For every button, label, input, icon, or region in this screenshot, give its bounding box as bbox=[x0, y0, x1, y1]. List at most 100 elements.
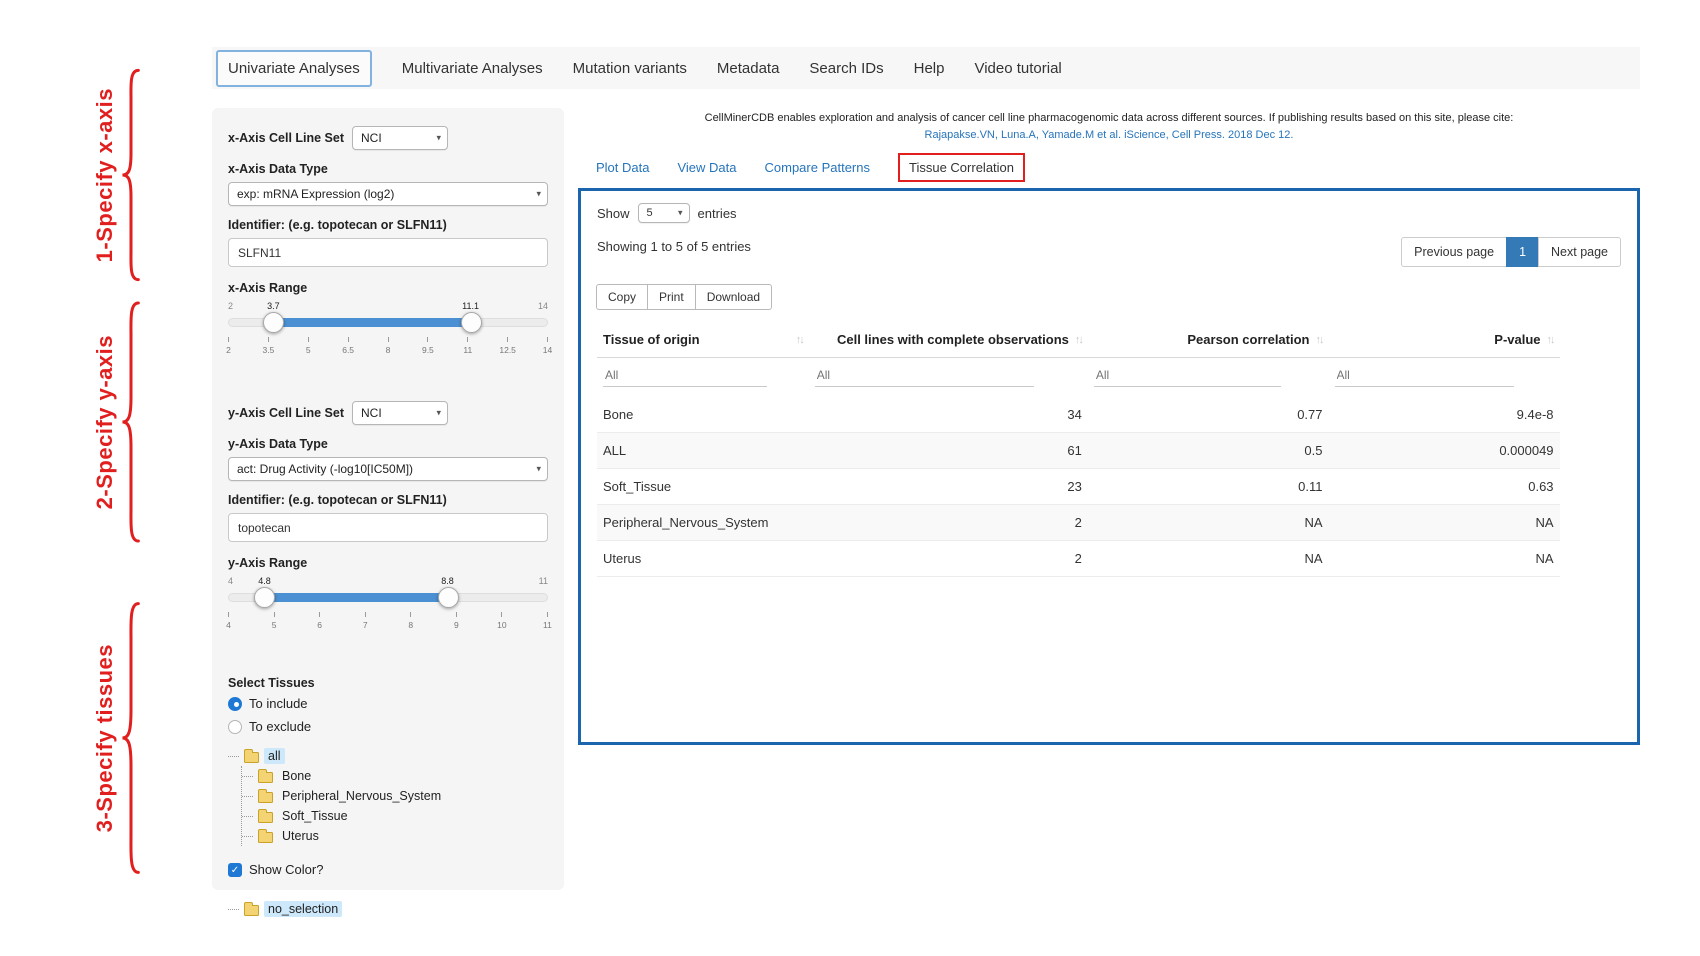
tissues-exclude-radio[interactable]: To exclude bbox=[228, 719, 548, 734]
slider-tick-label: 8 bbox=[386, 345, 391, 355]
y-axis-data-type-select[interactable]: act: Drug Activity (-log10[IC50M]) ▾ bbox=[228, 457, 548, 481]
filter-input-p-value[interactable] bbox=[1335, 364, 1515, 387]
column-header-pearson-correlation[interactable]: Pearson correlation↑↓ bbox=[1088, 322, 1329, 358]
column-header-p-value[interactable]: P-value ↑↓ bbox=[1329, 322, 1560, 358]
tree-node-soft-tissue[interactable]: Soft_Tissue bbox=[242, 806, 548, 826]
tree-node-all[interactable]: all bbox=[228, 746, 548, 766]
download-button[interactable]: Download bbox=[695, 284, 772, 310]
next-page-button[interactable]: Next page bbox=[1538, 237, 1621, 267]
y-range-low-handle[interactable] bbox=[254, 587, 275, 608]
pagination: Previous page 1 Next page bbox=[1402, 237, 1621, 267]
citation-link[interactable]: Rajapakse.VN, Luna.A, Yamade.M et al. iS… bbox=[578, 127, 1640, 144]
x-axis-identifier-input[interactable] bbox=[228, 238, 548, 267]
print-button[interactable]: Print bbox=[647, 284, 696, 310]
export-button-group: Copy Print Download bbox=[597, 284, 1621, 310]
analysis-subtabs: Plot Data View Data Compare Patterns Tis… bbox=[596, 153, 1025, 182]
y-axis-cell-line-set-select[interactable]: NCI ▾ bbox=[352, 401, 448, 425]
tree-node-peripheral-nervous-system[interactable]: Peripheral_Nervous_System bbox=[242, 786, 548, 806]
step1-annotation: 1-Specify x-axis bbox=[92, 66, 142, 284]
nav-tab-mutation-variants[interactable]: Mutation variants bbox=[573, 60, 687, 77]
tree-children: Bone Peripheral_Nervous_System Soft_Tiss… bbox=[241, 766, 548, 846]
tree-connector bbox=[242, 836, 253, 837]
slider-tick-label: 3.5 bbox=[262, 345, 274, 355]
filter-input-tissue[interactable] bbox=[603, 364, 767, 387]
tissues-include-radio[interactable]: To include bbox=[228, 696, 548, 711]
y-range-fill bbox=[264, 593, 447, 602]
x-range-max-label: 14 bbox=[538, 301, 548, 311]
cell-tissue: Peripheral_Nervous_System bbox=[597, 505, 809, 541]
nav-tab-video-tutorial[interactable]: Video tutorial bbox=[974, 60, 1061, 77]
slider-tick-label: 12.5 bbox=[499, 345, 516, 355]
sort-icon: ↑↓ bbox=[1547, 334, 1554, 346]
nav-tab-help[interactable]: Help bbox=[914, 60, 945, 77]
cell-p-value: NA bbox=[1329, 541, 1560, 577]
slider-tick-label: 9 bbox=[454, 620, 459, 630]
tree-node-no-selection[interactable]: no_selection bbox=[228, 899, 548, 919]
x-axis-cell-line-set-select[interactable]: NCI ▾ bbox=[352, 126, 448, 150]
citation: CellMinerCDB enables exploration and ana… bbox=[578, 110, 1640, 144]
tree-connector bbox=[242, 776, 253, 777]
slider-tick-label: 10 bbox=[497, 620, 506, 630]
subtab-view-data[interactable]: View Data bbox=[677, 160, 736, 175]
show-color-label: Show Color? bbox=[249, 862, 323, 877]
x-range-ruler: 2 3.5 5 6.5 8 9.5 11 12.5 14 bbox=[228, 337, 548, 355]
table-row: Soft_Tissue 23 0.11 0.63 bbox=[597, 469, 1560, 505]
previous-page-button[interactable]: Previous page bbox=[1401, 237, 1507, 267]
copy-button[interactable]: Copy bbox=[596, 284, 648, 310]
cell-observations: 61 bbox=[809, 433, 1088, 469]
subtab-plot-data[interactable]: Plot Data bbox=[596, 160, 649, 175]
step1-brace bbox=[120, 66, 142, 284]
chevron-down-icon: ▾ bbox=[536, 189, 541, 200]
subtab-tissue-correlation[interactable]: Tissue Correlation bbox=[898, 153, 1025, 182]
cell-p-value: NA bbox=[1329, 505, 1560, 541]
table-row: Bone 34 0.77 9.4e-8 bbox=[597, 397, 1560, 433]
cell-tissue: Uterus bbox=[597, 541, 809, 577]
nav-tab-search-ids[interactable]: Search IDs bbox=[809, 60, 883, 77]
chevron-down-icon: ▾ bbox=[536, 464, 541, 475]
cell-p-value: 0.63 bbox=[1329, 469, 1560, 505]
tree-node-uterus[interactable]: Uterus bbox=[242, 826, 548, 846]
column-header-label: P-value bbox=[1494, 332, 1540, 347]
folder-icon bbox=[244, 905, 259, 916]
y-range-high-value: 8.8 bbox=[441, 576, 454, 586]
x-axis-data-type-select[interactable]: exp: mRNA Expression (log2) ▾ bbox=[228, 182, 548, 206]
y-axis-range-label: y-Axis Range bbox=[228, 556, 548, 570]
subtab-compare-patterns[interactable]: Compare Patterns bbox=[765, 160, 871, 175]
cell-pearson: 0.11 bbox=[1088, 469, 1329, 505]
entries-per-page-select[interactable]: 5 ▾ bbox=[638, 203, 690, 223]
cell-tissue: Bone bbox=[597, 397, 809, 433]
tree-connector bbox=[228, 756, 239, 757]
cell-observations: 34 bbox=[809, 397, 1088, 433]
x-range-min-label: 2 bbox=[228, 301, 233, 311]
table-header-row: Tissue of origin↑↓ Cell lines with compl… bbox=[597, 322, 1560, 358]
page-number-button[interactable]: 1 bbox=[1506, 237, 1539, 267]
x-range-high-handle[interactable] bbox=[461, 312, 482, 333]
page: 1-Specify x-axis 2-Specify y-axis 3-Spec… bbox=[0, 0, 1700, 956]
x-range-low-value: 3.7 bbox=[267, 301, 280, 311]
tree-connector bbox=[242, 796, 253, 797]
cell-tissue: ALL bbox=[597, 433, 809, 469]
filter-input-cell-lines[interactable] bbox=[815, 364, 1034, 387]
slider-tick-label: 14 bbox=[543, 345, 552, 355]
cell-pearson: NA bbox=[1088, 505, 1329, 541]
nav-tab-univariate-analyses[interactable]: Univariate Analyses bbox=[216, 50, 372, 87]
column-header-tissue-of-origin[interactable]: Tissue of origin↑↓ bbox=[597, 322, 809, 358]
column-header-cell-lines[interactable]: Cell lines with complete observations↑↓ bbox=[809, 322, 1088, 358]
slider-tick-label: 5 bbox=[272, 620, 277, 630]
cell-p-value: 9.4e-8 bbox=[1329, 397, 1560, 433]
cell-pearson: 0.77 bbox=[1088, 397, 1329, 433]
table-row: ALL 61 0.5 0.000049 bbox=[597, 433, 1560, 469]
x-range-low-handle[interactable] bbox=[263, 312, 284, 333]
tree-node-bone[interactable]: Bone bbox=[242, 766, 548, 786]
y-range-low-value: 4.8 bbox=[258, 576, 271, 586]
cell-observations: 2 bbox=[809, 505, 1088, 541]
show-color-checkbox[interactable]: ✓ Show Color? bbox=[228, 862, 548, 877]
nav-tab-multivariate-analyses[interactable]: Multivariate Analyses bbox=[402, 60, 543, 77]
include-radio-label: To include bbox=[249, 696, 308, 711]
filter-input-pearson[interactable] bbox=[1094, 364, 1281, 387]
nav-tab-metadata[interactable]: Metadata bbox=[717, 60, 780, 77]
y-axis-identifier-input[interactable] bbox=[228, 513, 548, 542]
y-range-high-handle[interactable] bbox=[438, 587, 459, 608]
step1-label: 1-Specify x-axis bbox=[92, 88, 118, 262]
x-axis-range-slider: 2 3.7 11.1 14 2 3.5 5 6.5 8 9.5 11 12.5 … bbox=[228, 301, 548, 361]
